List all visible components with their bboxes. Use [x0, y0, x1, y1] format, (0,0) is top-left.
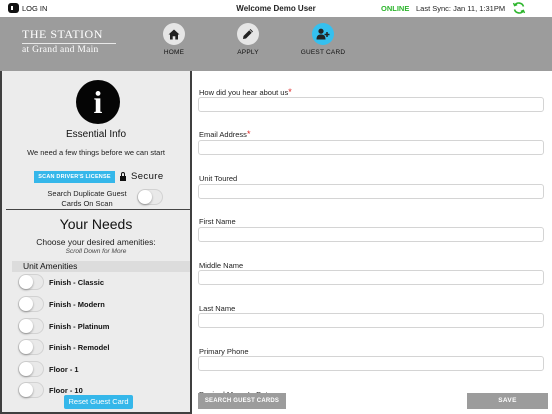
nav-guest-card-label: GUEST CARD [300, 49, 346, 56]
required-mark: * [246, 129, 251, 139]
first-name-input[interactable] [198, 227, 544, 242]
sync-icon[interactable] [512, 1, 526, 15]
nav-apply-label: APPLY [237, 49, 259, 56]
amenity-label: Finish - Classic [49, 278, 105, 287]
field-label-last-name: Last Name [199, 304, 236, 313]
hear-about-input[interactable] [198, 97, 544, 112]
field-label-text: Email Address [199, 130, 247, 139]
primary-phone-input[interactable] [198, 356, 544, 371]
online-status: ONLINE [381, 4, 410, 13]
scroll-hint: Scroll Down for More [65, 248, 127, 255]
left-panel: i Essential Info We need a few things be… [0, 71, 192, 414]
home-icon [163, 23, 185, 45]
amenity-toggle[interactable] [18, 274, 44, 290]
duplicate-search-label: Search Duplicate Guest Cards On Scan [47, 189, 127, 208]
amenity-item[interactable]: Finish - Classic [18, 274, 188, 290]
last-name-input[interactable] [198, 313, 544, 328]
duplicate-search-toggle[interactable] [137, 189, 163, 205]
amenity-item[interactable]: Finish - Modern [18, 296, 188, 312]
field-label-hear-about: How did you hear about us* [199, 87, 292, 97]
amenity-label: Finish - Modern [49, 300, 105, 309]
email-input[interactable] [198, 140, 544, 155]
unit-toured-input[interactable] [198, 184, 544, 199]
amenity-label: Finish - Platinum [49, 322, 110, 331]
logo: THE STATION at Grand and Main [22, 27, 116, 55]
save-button[interactable]: SAVE [467, 393, 548, 409]
amenity-toggle[interactable] [18, 339, 44, 355]
field-label-first-name: First Name [199, 217, 236, 226]
middle-name-input[interactable] [198, 270, 544, 285]
field-label-unit-toured: Unit Toured [199, 174, 238, 183]
divider [6, 209, 190, 210]
nav-home-label: HOME [163, 49, 185, 56]
amenity-toggle[interactable] [18, 296, 44, 312]
secure-label: Secure [131, 171, 164, 182]
field-label-text: How did you hear about us [199, 88, 289, 97]
status-bar: LOG IN Welcome Demo User ONLINE Last Syn… [0, 0, 552, 17]
nav-guest-card[interactable]: GUEST CARD [293, 23, 353, 56]
amenity-label: Floor - 1 [49, 365, 79, 374]
lock-icon [119, 172, 127, 181]
guest-card-form: How did you hear about us* Email Address… [192, 71, 552, 414]
your-needs-title: Your Needs [59, 216, 133, 232]
amenity-label: Finish - Remodel [49, 343, 110, 352]
amenity-item[interactable]: Finish - Platinum [18, 318, 188, 334]
unit-amenities-header: Unit Amenities [12, 261, 190, 272]
amenity-item[interactable]: Floor - 1 [18, 361, 188, 377]
essential-info-title: Essential Info [65, 129, 127, 140]
nav-home[interactable]: HOME [144, 23, 204, 56]
add-user-icon [312, 23, 334, 45]
last-sync-text: Last Sync: Jan 11, 1:31PM [416, 4, 506, 13]
reset-guest-card-button[interactable]: Reset Guest Card [64, 395, 133, 409]
amenity-toggle[interactable] [18, 361, 44, 377]
scan-license-button[interactable]: SCAN DRIVER'S LICENSE [34, 171, 115, 183]
header-bar: THE STATION at Grand and Main HOME APPLY [0, 17, 552, 71]
logo-title: THE STATION [22, 27, 103, 41]
field-label-primary-phone: Primary Phone [199, 347, 249, 356]
choose-amenities-text: Choose your desired amenities: [36, 237, 156, 247]
logo-divider [22, 43, 116, 44]
amenity-item[interactable]: Finish - Remodel [18, 339, 188, 355]
logo-subtitle: at Grand and Main [22, 45, 99, 55]
search-guest-cards-button[interactable]: SEARCH GUEST CARDS [198, 393, 286, 409]
nav-apply[interactable]: APPLY [218, 23, 278, 56]
essential-info-text: We need a few things before we can start [27, 148, 165, 157]
required-mark: * [288, 87, 292, 97]
field-label-email: Email Address* [199, 129, 250, 139]
pencil-icon [237, 23, 259, 45]
amenity-toggle[interactable] [18, 318, 44, 334]
amenity-label: Floor - 10 [49, 386, 83, 395]
amenity-toggle[interactable] [18, 382, 44, 398]
field-label-middle-name: Middle Name [199, 261, 244, 270]
info-icon: i [76, 80, 120, 124]
